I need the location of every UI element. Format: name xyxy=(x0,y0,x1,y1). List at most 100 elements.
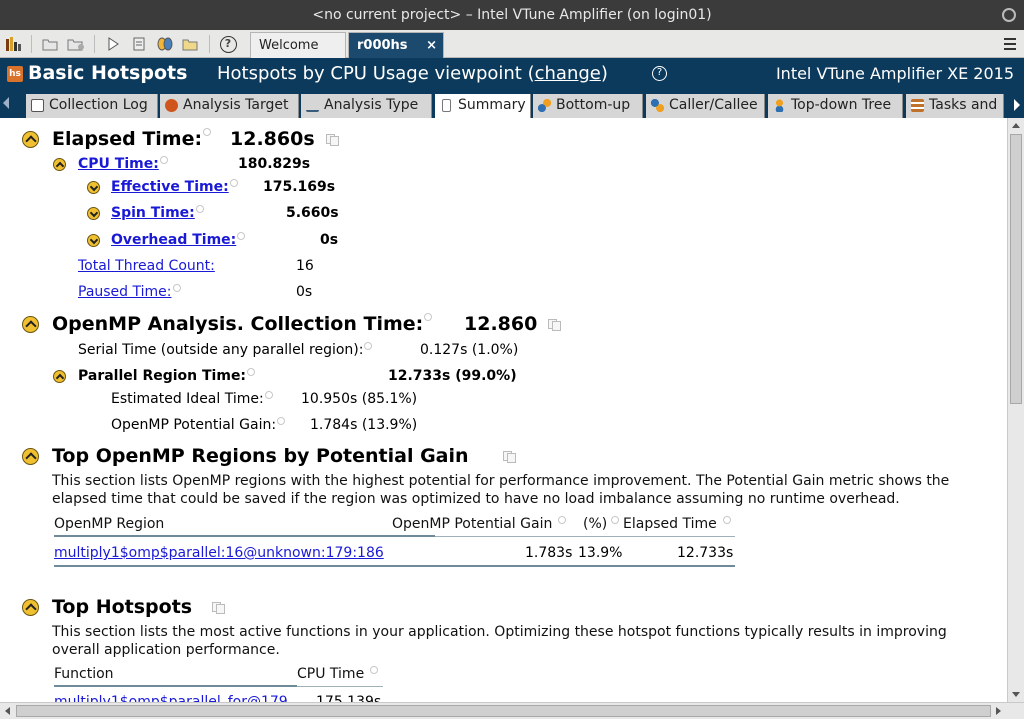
effective-time-link[interactable]: Effective Time: xyxy=(111,179,229,195)
new-analysis-icon[interactable] xyxy=(129,34,149,54)
tab-welcome[interactable]: Welcome xyxy=(250,32,346,58)
vertical-scrollbar[interactable] xyxy=(1007,118,1024,702)
horizontal-scrollbar[interactable] xyxy=(0,702,1024,719)
tab-analysis-type[interactable]: Analysis Type xyxy=(301,94,432,118)
help-icon[interactable]: ? xyxy=(218,34,238,54)
log-icon xyxy=(31,99,44,112)
expand-effective-time-toggle[interactable] xyxy=(87,181,100,194)
viewpoint-help-icon[interactable]: ? xyxy=(652,66,667,81)
collapse-top-hotspots-toggle[interactable] xyxy=(22,599,39,616)
column-header-function[interactable]: Function xyxy=(54,666,114,682)
window-titlebar: <no current project> – Intel VTune Ampli… xyxy=(0,0,1024,30)
help-icon xyxy=(264,391,273,399)
toolbar-separator xyxy=(31,35,32,53)
parallel-region-value: 12.733s (99.0%) xyxy=(388,368,517,384)
copy-icon[interactable] xyxy=(503,451,517,463)
scroll-right-icon[interactable] xyxy=(1014,99,1020,111)
overhead-time-link[interactable]: Overhead Time: xyxy=(111,232,236,248)
tab-caller-callee[interactable]: Caller/Callee xyxy=(646,94,765,118)
product-name: Intel VTune Amplifier XE 2015 xyxy=(775,64,1014,83)
hamburger-menu-icon[interactable] xyxy=(1000,34,1020,54)
collapse-openmp-toggle[interactable] xyxy=(22,316,39,333)
thread-count-link[interactable]: Total Thread Count: xyxy=(78,258,215,274)
column-header-percent[interactable]: (%) xyxy=(583,516,620,532)
analysis-header: hs Basic Hotspots Hotspots by CPU Usage … xyxy=(0,58,1024,91)
chart-icon[interactable] xyxy=(4,34,24,54)
copy-icon[interactable] xyxy=(212,602,226,614)
top-regions-title: Top OpenMP Regions by Potential Gain xyxy=(52,445,469,467)
help-icon xyxy=(237,232,246,240)
collapse-parallel-region-toggle[interactable] xyxy=(53,370,66,383)
table-footer-rule xyxy=(54,565,735,567)
parallel-region-label: Parallel Region Time: xyxy=(78,368,256,384)
project-properties-icon[interactable] xyxy=(66,34,86,54)
tab-collection-log[interactable]: Collection Log xyxy=(26,94,158,118)
tab-top-down-tree[interactable]: Top-down Tree xyxy=(768,94,903,118)
analysis-type-icon xyxy=(306,99,319,112)
analysis-name: Basic Hotspots xyxy=(28,62,188,84)
serial-time-label: Serial Time (outside any parallel region… xyxy=(78,342,373,358)
window-close-icon[interactable] xyxy=(1002,8,1016,22)
new-project-icon[interactable] xyxy=(40,34,60,54)
collapse-top-regions-toggle[interactable] xyxy=(22,448,39,465)
tab-label: Welcome xyxy=(259,38,319,53)
open-icon[interactable] xyxy=(181,34,201,54)
column-header-cpu-time[interactable]: CPU Time xyxy=(297,666,379,682)
close-tab-icon[interactable]: × xyxy=(426,33,437,59)
help-icon xyxy=(203,128,212,136)
column-header-elapsed-time[interactable]: Elapsed Time xyxy=(623,516,731,532)
expand-overhead-time-toggle[interactable] xyxy=(87,234,100,247)
tab-analysis-target[interactable]: Analysis Target xyxy=(160,94,299,118)
expand-spin-time-toggle[interactable] xyxy=(87,207,100,220)
column-header-region[interactable]: OpenMP Region xyxy=(54,516,164,532)
top-down-icon xyxy=(773,99,786,112)
overhead-time-value: 0s xyxy=(320,232,339,248)
scroll-left-icon[interactable] xyxy=(3,97,9,109)
effective-time-value: 175.169s xyxy=(263,179,336,195)
spin-time-value: 5.660s xyxy=(286,205,339,221)
top-hotspots-title: Top Hotspots xyxy=(52,596,193,618)
tab-r000hs[interactable]: r000hs × xyxy=(348,32,444,58)
region-link[interactable]: multiply1$omp$parallel:16@unknown:179:18… xyxy=(54,545,384,561)
scroll-thumb[interactable] xyxy=(16,705,991,717)
viewpoint-label: Hotspots by CPU Usage viewpoint (change) xyxy=(217,63,608,84)
scroll-left-icon[interactable] xyxy=(5,707,10,715)
tasks-icon xyxy=(911,99,924,112)
caller-callee-icon xyxy=(651,99,664,112)
help-icon xyxy=(722,516,731,524)
cpu-time-value: 180.829s xyxy=(238,156,311,172)
paused-time-link[interactable]: Paused Time: xyxy=(78,284,172,300)
spin-time-link[interactable]: Spin Time: xyxy=(111,205,195,221)
change-viewpoint-link[interactable]: change xyxy=(535,63,601,84)
copy-icon[interactable] xyxy=(326,134,340,146)
ideal-time-value: 10.950s (85.1%) xyxy=(301,391,418,407)
collapse-elapsed-toggle[interactable] xyxy=(22,131,39,148)
copy-icon[interactable] xyxy=(548,319,562,331)
function-link[interactable]: multiply1$omp$parallel_for@179 xyxy=(54,694,288,702)
scroll-thumb[interactable] xyxy=(1010,134,1022,404)
thread-count-value: 16 xyxy=(296,258,314,274)
tab-label: r000hs xyxy=(357,38,408,53)
compare-icon[interactable] xyxy=(155,34,175,54)
scroll-up-icon[interactable] xyxy=(1012,123,1020,128)
scroll-down-icon[interactable] xyxy=(1012,692,1020,697)
table-header-rule xyxy=(54,685,297,687)
cpu-time-link[interactable]: CPU Time: xyxy=(78,156,159,172)
scroll-right-icon[interactable] xyxy=(996,707,1001,715)
effective-time-label: Effective Time: xyxy=(111,179,238,195)
region-percent: 13.9% xyxy=(578,545,623,561)
tab-summary[interactable]: Summary xyxy=(435,94,531,118)
collapse-cpu-time-toggle[interactable] xyxy=(53,158,66,171)
tab-tasks-and-frames[interactable]: Tasks and xyxy=(906,94,1004,118)
toolbar-separator xyxy=(94,35,95,53)
column-header-potential-gain[interactable]: OpenMP Potential Gain xyxy=(392,516,567,532)
ideal-time-label: Estimated Ideal Time: xyxy=(111,391,273,407)
tab-bottom-up[interactable]: Bottom-up xyxy=(533,94,643,118)
table-header-rule xyxy=(54,535,435,537)
potential-gain-label: OpenMP Potential Gain: xyxy=(111,417,286,433)
run-icon[interactable] xyxy=(103,34,123,54)
analysis-subtabs: Collection Log Analysis Target Analysis … xyxy=(0,91,1024,118)
help-icon xyxy=(424,313,433,321)
toolbar-separator xyxy=(209,35,210,53)
cpu-time-label: CPU Time: xyxy=(78,156,168,172)
